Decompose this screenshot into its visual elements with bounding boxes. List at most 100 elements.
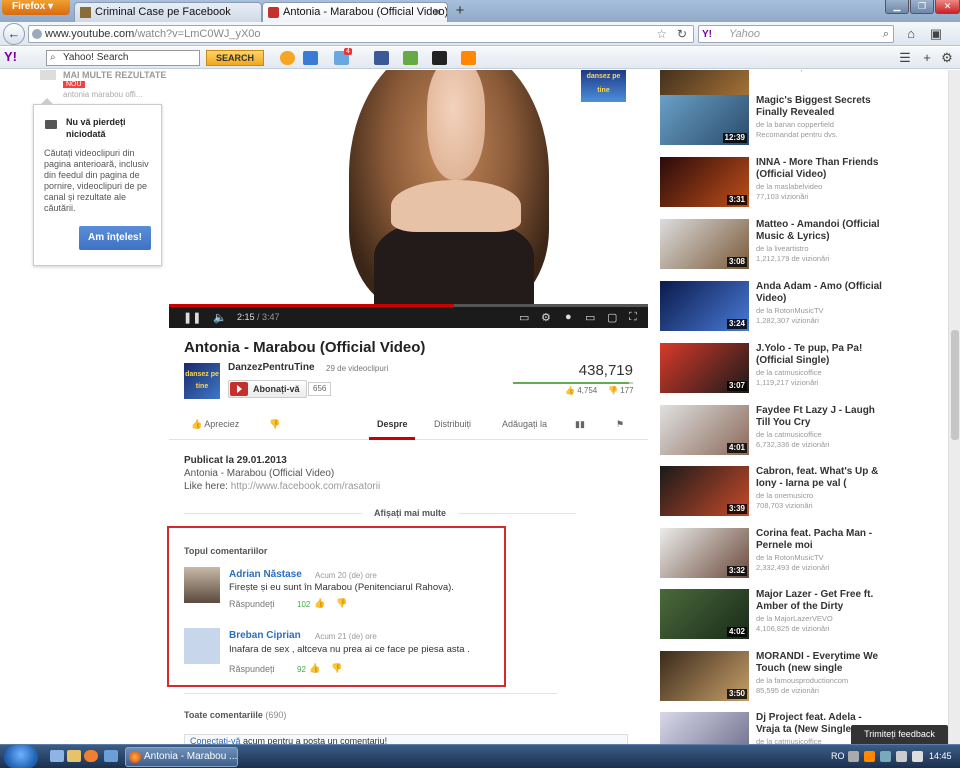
network-icon[interactable] (896, 751, 907, 762)
send-feedback-button[interactable]: Trimiteți feedback (851, 725, 948, 744)
scrollbar-thumb[interactable] (951, 330, 959, 440)
list-icon[interactable]: ☰ (897, 50, 913, 66)
channel-watermark-logo[interactable]: dansez pe tine (581, 70, 626, 102)
related-video-title[interactable]: MORANDI - Everytime We Touch (new single (756, 651, 886, 674)
tab-about[interactable]: Despre (377, 419, 408, 429)
comment-avatar[interactable] (184, 628, 220, 664)
comment-author[interactable]: Adrian Năstase (229, 569, 302, 580)
related-video-item[interactable]: 3:07 J.Yolo - Te pup, Pa Pa! (Official Si… (660, 343, 900, 395)
new-tab-button[interactable]: + (450, 2, 470, 20)
back-button[interactable]: ← (3, 23, 25, 45)
settings-gear-icon[interactable]: ⚙ (939, 50, 955, 66)
add-icon[interactable]: + (919, 50, 935, 66)
video-thumbnail[interactable]: 3:32 (660, 528, 749, 578)
tab-youtube[interactable]: Antonia - Marabou (Official Video) - ...… (262, 2, 448, 22)
mail-icon[interactable] (303, 51, 318, 65)
video-thumbnail[interactable]: 4:01 (660, 405, 749, 455)
close-window-button[interactable]: ✕ (935, 0, 960, 14)
url-bar[interactable]: www.youtube.com/watch?v=LmC0WJ_yX0o ☆ ↻ (28, 25, 694, 43)
firefox-icon[interactable] (84, 750, 98, 762)
thumbs-up-icon[interactable]: 👍 (314, 598, 325, 609)
games-icon[interactable] (403, 51, 418, 65)
yahoo-search-button[interactable]: SEARCH (206, 50, 264, 66)
reply-button[interactable]: Răspundeți (229, 599, 275, 609)
related-video-title[interactable]: Faydee Ft Lazy J - Laugh Till You Cry (756, 405, 886, 428)
thumbs-down-icon[interactable]: 👎 (331, 663, 342, 674)
related-video-title[interactable]: Cabron, feat. What's Up & Iony - Iarna p… (756, 466, 886, 489)
large-player-icon[interactable]: ▢ (607, 311, 617, 324)
channel-avatar[interactable]: dansez pe tine (184, 363, 220, 399)
tray-icon[interactable] (864, 751, 875, 762)
fullscreen-icon[interactable]: ⛶ (629, 311, 637, 324)
channel-name[interactable]: DanzezPentruTine (228, 362, 315, 373)
video-thumbnail[interactable]: 3:07 (660, 343, 749, 393)
related-video-item[interactable]: 3:08 Matteo - Amandoi (Official Music & L… (660, 219, 900, 271)
comment-author[interactable]: Breban Ciprian (229, 630, 301, 641)
video-thumbnail[interactable]: 12:39 (660, 95, 749, 145)
related-video-item[interactable]: 12:39 Magic's Biggest Secrets Finally Rev… (660, 95, 900, 147)
pause-icon[interactable]: ❚❚ (183, 311, 201, 324)
widget-icon[interactable] (461, 51, 476, 65)
start-button[interactable] (4, 745, 38, 768)
taskbar-firefox-window[interactable]: Antonia - Marabou ... (125, 747, 238, 767)
comment-avatar[interactable] (184, 567, 220, 603)
volume-icon[interactable] (912, 751, 923, 762)
related-video-title[interactable]: J.Yolo - Te pup, Pa Pa! (Official Single… (756, 343, 886, 366)
related-video-title[interactable]: Matteo - Amandoi (Official Music & Lyric… (756, 219, 886, 242)
facebook-icon[interactable] (374, 51, 389, 65)
maximize-button[interactable]: ❐ (910, 0, 934, 14)
reply-button[interactable]: Răspundeți (229, 664, 275, 674)
close-tab-icon[interactable]: ✕ (433, 6, 442, 19)
related-video-item[interactable]: 3:24 Anda Adam - Amo (Official Video) de l… (660, 281, 900, 333)
show-more-button[interactable]: Afișați mai multe (362, 508, 459, 518)
annotations-icon[interactable]: ● (565, 311, 572, 323)
tray-icon[interactable] (880, 751, 891, 762)
language-indicator[interactable]: RO (831, 751, 845, 761)
video-player[interactable]: dansez pe tine (169, 70, 648, 304)
clock[interactable]: 14:45 (929, 751, 952, 761)
related-video-title[interactable]: INNA - More Than Friends (Official Video… (756, 157, 886, 180)
vertical-scrollbar[interactable] (948, 70, 960, 744)
related-video-title[interactable]: Corina feat. Pacha Man - Pernele moi (756, 528, 886, 551)
reload-icon[interactable]: ↻ (677, 26, 687, 42)
tab-criminal-case[interactable]: Criminal Case pe Facebook (74, 2, 262, 22)
downloads-icon[interactable]: ▣ (928, 26, 944, 42)
tray-icon[interactable] (848, 751, 859, 762)
settings-gear-icon[interactable]: ⚙ (541, 311, 551, 324)
video-thumbnail[interactable]: 3:39 (660, 466, 749, 516)
playlist-stub[interactable]: MAI MULTE REZULTATE NOU antonia marabou … (40, 70, 190, 99)
captions-icon[interactable]: ▭ (519, 311, 529, 324)
channel-video-count[interactable]: 29 de videoclipuri (326, 364, 388, 373)
thumbs-down-icon[interactable]: 👎 (336, 598, 347, 609)
related-video-title[interactable]: Anda Adam - Amo (Official Video) (756, 281, 886, 304)
yahoo-search-input[interactable]: ⌕ Yahoo! Search (46, 50, 200, 66)
dislike-button[interactable]: 👎 (269, 419, 280, 430)
search-engine-box[interactable]: Y! Yahoo ⌕ (698, 25, 894, 43)
flag-icon[interactable]: ⚑ (616, 419, 624, 430)
like-button[interactable]: 👍 Apreciez (191, 419, 239, 430)
small-player-icon[interactable]: ▭ (585, 311, 595, 324)
stats-icon[interactable]: ▮▮ (575, 419, 585, 430)
explorer-icon[interactable] (67, 750, 81, 762)
video-thumbnail[interactable] (660, 712, 749, 744)
site-identity-icon[interactable] (32, 29, 42, 39)
media-icon[interactable] (104, 750, 118, 762)
minimize-button[interactable]: ▁ (885, 0, 909, 14)
related-video-item[interactable]: 4:01 Faydee Ft Lazy J - Laugh Till You Cr… (660, 405, 900, 457)
related-video-item[interactable]: 3:32 Corina feat. Pacha Man - Pernele moi… (660, 528, 900, 580)
signin-link[interactable]: Conectați-vă (190, 736, 241, 744)
got-it-button[interactable]: Am înțeles! (79, 226, 151, 250)
yahoo-logo[interactable]: Y! (4, 49, 17, 64)
video-thumbnail[interactable]: 3:50 (660, 651, 749, 701)
video-thumbnail[interactable]: 4:02 (660, 589, 749, 639)
firefox-menu-button[interactable]: Firefox ▾ (2, 0, 70, 15)
related-video-item[interactable]: 3:39 Cabron, feat. What's Up & Iony - Iar… (660, 466, 900, 518)
related-video-item[interactable]: 3:50 MORANDI - Everytime We Touch (new si… (660, 651, 900, 703)
tab-share[interactable]: Distribuiți (434, 419, 471, 429)
volume-icon[interactable]: 🔈 (213, 311, 227, 324)
ebay-icon[interactable] (432, 51, 447, 65)
related-video-item[interactable]: 4:02 Major Lazer - Get Free ft. Amber of … (660, 589, 900, 641)
smiley-icon[interactable] (280, 51, 295, 65)
show-desktop-icon[interactable] (50, 750, 64, 762)
subscribe-button[interactable]: Abonați-vă (228, 380, 307, 398)
